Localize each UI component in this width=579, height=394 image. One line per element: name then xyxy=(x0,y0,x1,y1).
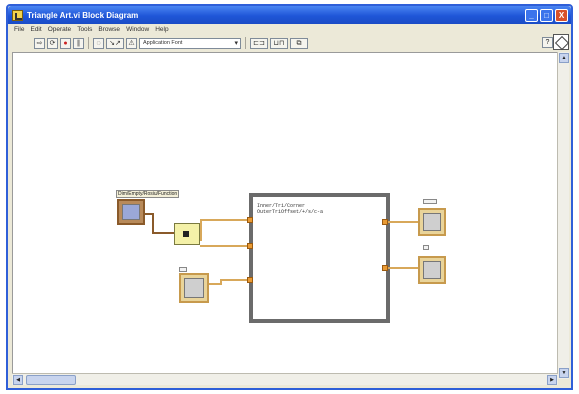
minimize-button[interactable]: _ xyxy=(525,8,538,22)
menu-file[interactable]: File xyxy=(14,26,24,33)
bundle-node[interactable] xyxy=(174,223,200,245)
scroll-left-arrow[interactable]: ◀ xyxy=(13,375,23,385)
context-help-button[interactable]: ? xyxy=(542,37,553,48)
block-diagram-icon xyxy=(12,9,23,21)
run-icon[interactable]: ⇨ xyxy=(34,37,45,49)
title-bar[interactable]: Triangle Art.vi Block Diagram _ □ X xyxy=(8,6,571,24)
maximize-button[interactable]: □ xyxy=(540,8,553,22)
horizontal-scroll-thumb[interactable] xyxy=(26,375,76,385)
indicator-terminal-1[interactable] xyxy=(418,208,446,236)
wire[interactable] xyxy=(200,219,202,241)
vi-icon[interactable] xyxy=(553,34,569,50)
wire[interactable] xyxy=(220,279,250,281)
subvi-label: Dim/Empty/Rosiu/Function xyxy=(116,190,180,198)
formula-text[interactable]: Inner/Tri/Corner OuterTriOffset/+/s/c-a xyxy=(257,203,323,215)
menu-help[interactable]: Help xyxy=(155,26,168,33)
wire[interactable] xyxy=(200,245,250,247)
wire[interactable] xyxy=(200,219,250,221)
input-tunnel[interactable] xyxy=(247,243,253,249)
scroll-right-arrow[interactable]: ▶ xyxy=(547,375,557,385)
window-title: Triangle Art.vi Block Diagram xyxy=(27,10,139,20)
subvi-node[interactable] xyxy=(117,199,145,225)
input-tunnel[interactable] xyxy=(247,277,253,283)
highlight-execution-icon[interactable]: ◌ xyxy=(93,37,104,49)
input-tunnel[interactable] xyxy=(247,217,253,223)
menu-tools[interactable]: Tools xyxy=(77,26,92,33)
menu-browse[interactable]: Browse xyxy=(98,26,120,33)
step-icons[interactable]: ↘↗ xyxy=(106,37,124,49)
warning-icon[interactable]: ⚠ xyxy=(126,37,137,49)
toolbar: ⇨ ⟳ ● ∥ ◌ ↘↗ ⚠ Application Font ⊏⊐ ⊔⊓ ⧉ xyxy=(8,35,571,51)
wire[interactable] xyxy=(152,213,154,233)
indicator-caption xyxy=(423,199,437,204)
indicator-terminal-2[interactable] xyxy=(418,256,446,284)
block-diagram-canvas[interactable]: Dim/Empty/Rosiu/Function Inner/Tri/Corne… xyxy=(12,52,558,379)
wire[interactable] xyxy=(388,267,418,269)
toolbar-separator xyxy=(245,37,246,49)
wire[interactable] xyxy=(152,232,174,234)
horizontal-scrollbar[interactable]: ◀ ▶ xyxy=(12,373,558,385)
scroll-down-arrow[interactable]: ▼ xyxy=(559,368,569,378)
numeric-control-terminal[interactable] xyxy=(179,273,209,303)
formula-node[interactable]: Inner/Tri/Corner OuterTriOffset/+/s/c-a xyxy=(249,193,390,323)
menu-operate[interactable]: Operate xyxy=(48,26,72,33)
toolbar-separator xyxy=(88,37,89,49)
indicator-caption xyxy=(423,245,429,250)
wire[interactable] xyxy=(388,221,418,223)
scroll-up-arrow[interactable]: ▲ xyxy=(559,53,569,63)
control-caption xyxy=(179,267,187,272)
close-button[interactable]: X xyxy=(555,8,568,22)
pause-icon[interactable]: ∥ xyxy=(73,37,84,49)
menu-bar: File Edit Operate Tools Browse Window He… xyxy=(8,24,571,35)
labview-window: Triangle Art.vi Block Diagram _ □ X File… xyxy=(6,4,573,390)
abort-icon[interactable]: ● xyxy=(60,37,71,49)
menu-window[interactable]: Window xyxy=(126,26,149,33)
run-continuously-icon[interactable]: ⟳ xyxy=(47,37,58,49)
distribute-objects-icon[interactable]: ⊔⊓ xyxy=(270,37,288,49)
font-select[interactable]: Application Font xyxy=(139,37,241,49)
vertical-scrollbar[interactable]: ▲ ▼ xyxy=(557,52,569,379)
reorder-icon[interactable]: ⧉ xyxy=(290,37,308,49)
menu-edit[interactable]: Edit xyxy=(30,26,41,33)
align-objects-icon[interactable]: ⊏⊐ xyxy=(250,37,268,49)
